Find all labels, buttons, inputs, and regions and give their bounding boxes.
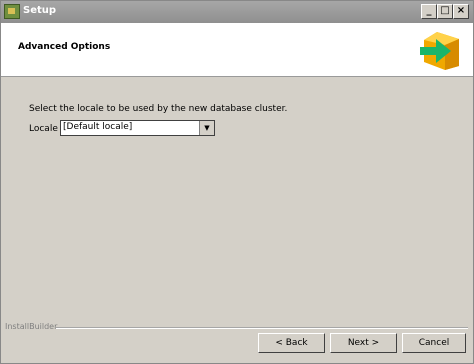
locale-dropdown[interactable]: [Default locale] ▼	[60, 120, 215, 136]
package-arrow-icon	[420, 32, 459, 70]
setup-app-icon	[4, 4, 20, 19]
cancel-button[interactable]: Cancel	[402, 333, 466, 353]
maximize-button[interactable]: □	[437, 4, 453, 19]
next-button[interactable]: Next >	[330, 333, 397, 353]
locale-label: Locale	[29, 124, 58, 134]
window-title: Setup	[23, 5, 57, 16]
setup-window: Setup _ □ × Advanced Options Select the …	[0, 0, 474, 364]
header-panel: Advanced Options	[1, 23, 473, 77]
footer-divider	[56, 327, 468, 329]
title-bar[interactable]: Setup _ □ ×	[1, 1, 473, 23]
chevron-down-icon[interactable]: ▼	[199, 121, 214, 135]
locale-instruction: Select the locale to be used by the new …	[29, 104, 288, 114]
page-title: Advanced Options	[18, 42, 111, 52]
minimize-button[interactable]: _	[421, 4, 437, 19]
back-button[interactable]: < Back	[258, 333, 325, 353]
installbuilder-brand: InstallBuilder	[5, 322, 58, 331]
locale-selected-value: [Default locale]	[63, 122, 133, 132]
close-button[interactable]: ×	[453, 4, 469, 19]
